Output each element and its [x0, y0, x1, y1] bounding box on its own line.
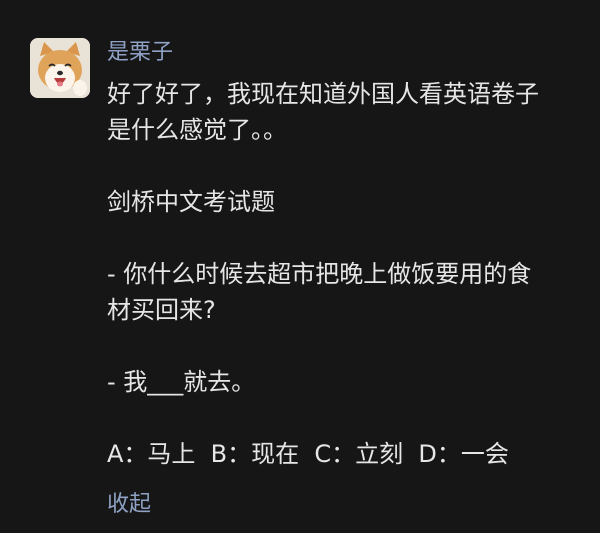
content-line: - 你什么时候去超市把晚上做饭要用的食 [107, 260, 532, 288]
post-card: 是栗子 好了好了，我现在知道外国人看英语卷子 是什么感觉了。。 剑桥中文考试题 … [0, 0, 600, 533]
post-content: 好了好了，我现在知道外国人看英语卷子 是什么感觉了。。 剑桥中文考试题 - 你什… [107, 76, 577, 472]
content-line: - 我___就去。 [107, 368, 256, 396]
username[interactable]: 是栗子 [107, 38, 173, 68]
content-line: 剑桥中文考试题 [107, 188, 275, 216]
collapse-link[interactable]: 收起 [107, 490, 151, 520]
content-line: 材买回来? [107, 296, 216, 324]
avatar[interactable] [30, 38, 90, 98]
shiba-dog-avatar-icon [30, 38, 90, 98]
content-line: 好了好了，我现在知道外国人看英语卷子 [107, 80, 539, 108]
content-line: 是什么感觉了。。 [107, 116, 287, 144]
content-line-options: A：马上 B：现在 C：立刻 D：一会 [107, 440, 509, 468]
